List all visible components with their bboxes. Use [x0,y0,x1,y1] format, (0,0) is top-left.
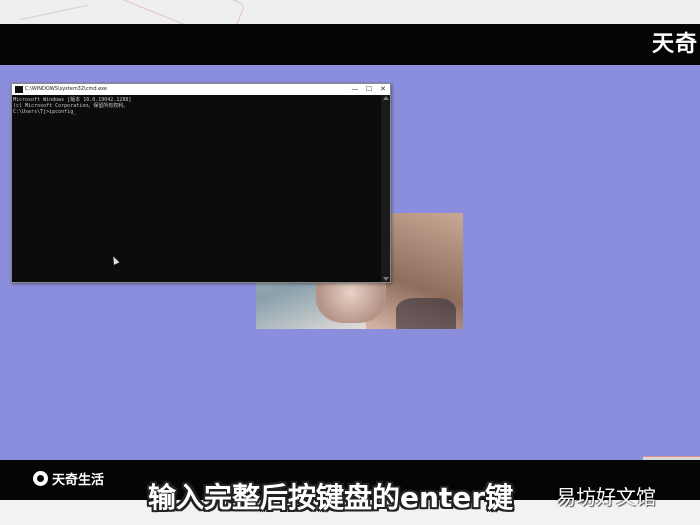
scroll-down-icon[interactable] [383,277,389,281]
top-letterbox-bar [0,24,700,65]
cmd-scrollbar[interactable] [381,95,390,282]
console-prompt-line: C:\Users\Tj>ipconfig_ [13,109,77,115]
minimize-button[interactable]: — [348,84,362,95]
cmd-window[interactable]: C:\WINDOWS\system32\cmd.exe — ☐ ✕ Micros… [11,83,391,283]
maximize-button[interactable]: ☐ [362,84,376,95]
watermark-text: 易坊好文馆 [556,485,656,509]
cmd-window-title: C:\WINDOWS\system32\cmd.exe [25,86,107,92]
cmd-titlebar[interactable]: C:\WINDOWS\system32\cmd.exe — ☐ ✕ [12,84,390,95]
top-logo: 天奇 [651,32,698,57]
scroll-up-icon[interactable] [383,96,389,100]
brand-badge: 天奇生活 [33,469,104,488]
scribble-decoration [17,0,89,21]
cmd-console[interactable]: Microsoft Windows [版本 10.0.19042.1288] (… [13,97,379,281]
close-button[interactable]: ✕ [376,84,390,95]
video-subtitle: 输入完整后按键盘的enter键 [148,481,514,514]
paper-decoration [116,0,246,24]
brand-logo-icon [33,471,48,486]
photo-region-shadow [396,298,456,329]
top-paper-strip [0,0,700,24]
brand-name: 天奇生活 [52,473,105,488]
cmd-app-icon [15,86,23,93]
